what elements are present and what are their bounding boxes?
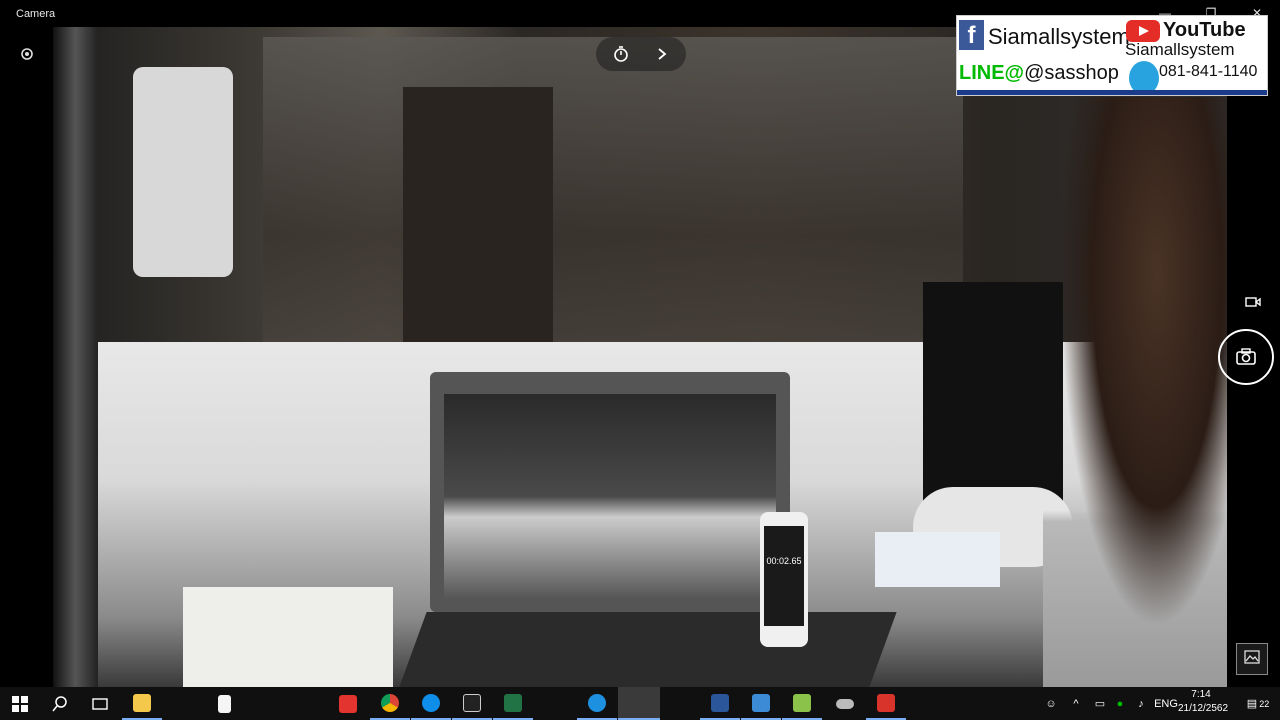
- timer-icon[interactable]: [612, 44, 632, 64]
- clock[interactable]: 7:14 21/12/2562: [1178, 688, 1229, 716]
- gallery-button[interactable]: [1236, 643, 1268, 675]
- video-icon[interactable]: [1243, 292, 1263, 312]
- camera-viewfinder: 00:02.65: [53, 27, 1227, 687]
- notepad-icon[interactable]: [204, 687, 244, 720]
- excel-icon[interactable]: [493, 687, 533, 720]
- task-view-icon[interactable]: [80, 687, 120, 720]
- white-box: [183, 587, 393, 687]
- youtube-label: YouTube: [1163, 19, 1246, 41]
- window-title: Camera: [16, 8, 56, 20]
- laptop: [430, 372, 790, 612]
- glass-window: [263, 37, 963, 367]
- camera-icon: [1236, 348, 1256, 365]
- notification-center[interactable]: ▤ 22: [1238, 687, 1278, 720]
- wall-access-point: [133, 67, 233, 277]
- status-icon[interactable]: ●: [1110, 698, 1130, 710]
- timer-control: [596, 37, 686, 71]
- monitor-stand: [923, 282, 1063, 522]
- edge-icon[interactable]: [577, 687, 617, 720]
- line-label: LINE@: [959, 62, 1025, 84]
- visio-icon[interactable]: [700, 687, 740, 720]
- clock-time: 7:14: [1191, 689, 1211, 700]
- app-s-icon[interactable]: [866, 687, 906, 720]
- camera-window: Camera — ❐ ✕ 00:02.65 f Siamallsystem Yo…: [0, 0, 1280, 687]
- youtube-icon: [1126, 20, 1160, 42]
- terminal-icon[interactable]: [452, 687, 492, 720]
- search-icon[interactable]: [40, 687, 80, 720]
- facebook-name: Siamallsystem: [988, 24, 1130, 49]
- system-tray: ☺ ^ ▭ ● ♪ ENG: [1040, 687, 1180, 720]
- cloud-icon[interactable]: [825, 687, 865, 720]
- smartphone: 00:02.65: [760, 512, 808, 647]
- remote-desktop-icon[interactable]: [741, 687, 781, 720]
- youtube-channel: Siamallsystem: [1125, 40, 1235, 59]
- laptop-keyboard: [399, 612, 897, 687]
- chevron-up-icon[interactable]: ^: [1062, 698, 1090, 710]
- metal-pole: [53, 27, 98, 687]
- line-id: @sasshop: [1024, 62, 1119, 84]
- banner-strip: [957, 90, 1267, 95]
- notification-icon: ▤: [1246, 698, 1258, 710]
- settings-icon[interactable]: [16, 43, 38, 65]
- gallery-icon: [1244, 650, 1260, 664]
- notification-count: 22: [1259, 698, 1270, 709]
- network-switch: [875, 532, 1000, 587]
- file-explorer-icon[interactable]: [122, 687, 162, 720]
- line-contact: LINE@@sasshop: [959, 62, 1119, 85]
- acrobat-icon[interactable]: [328, 687, 368, 720]
- start-icon[interactable]: [0, 687, 40, 720]
- network-icon[interactable]: ▭: [1090, 697, 1110, 710]
- person: [1043, 97, 1227, 687]
- doorway: [403, 87, 553, 357]
- chevron-right-icon[interactable]: [652, 44, 672, 64]
- phone-number: 081-841-1140: [1159, 63, 1258, 80]
- clock-date: 21/12/2562: [1178, 703, 1229, 714]
- camera-app-icon[interactable]: [618, 687, 660, 720]
- taskbar: ☺ ^ ▭ ● ♪ ENG: [0, 687, 1280, 720]
- people-icon[interactable]: ☺: [1040, 698, 1062, 710]
- teamviewer-icon[interactable]: [411, 687, 451, 720]
- volume-icon[interactable]: ♪: [1130, 698, 1152, 710]
- phone-stopwatch: 00:02.65: [764, 526, 804, 626]
- chrome-icon[interactable]: [370, 687, 410, 720]
- notepadplus-icon[interactable]: [782, 687, 822, 720]
- channel-banner: f Siamallsystem YouTube Siamallsystem LI…: [956, 15, 1268, 96]
- shutter-button[interactable]: [1218, 329, 1274, 385]
- language-indicator[interactable]: ENG: [1152, 698, 1180, 710]
- facebook-icon: f: [959, 20, 984, 50]
- laptop-screen: [444, 394, 776, 599]
